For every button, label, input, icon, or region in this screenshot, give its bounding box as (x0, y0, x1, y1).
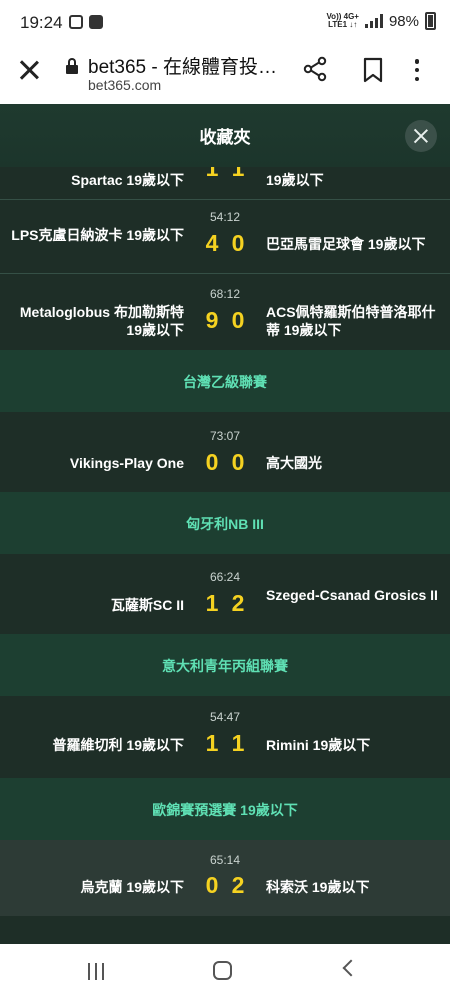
league-name: 匈牙利NB III (186, 516, 264, 532)
recent-apps-icon[interactable] (88, 963, 104, 980)
favorites-header: 收藏夾 (0, 104, 450, 167)
share-icon[interactable] (302, 56, 328, 82)
home-score: 0 (205, 449, 219, 475)
away-score: 2 (231, 872, 245, 898)
league-name: 歐錦賽預選賽 19歲以下 (152, 802, 298, 818)
home-team: Vikings-Play One (69, 455, 184, 471)
match-row[interactable]: 65:14 烏克蘭 19歲以下 0 2 科索沃 19歲以下 (0, 840, 450, 916)
more-options-icon[interactable] (414, 59, 420, 81)
favorites-panel: Spartac 19歲以下 1 1 19歲以下 54:12 LPS克盧日納波卡 … (0, 104, 450, 944)
league-header[interactable]: 意大利青年丙組聯賽 (0, 634, 450, 696)
away-team: 高大國光 (266, 455, 322, 471)
close-tab-icon[interactable] (17, 58, 41, 82)
match-clock: 54:12 (209, 210, 241, 224)
away-team: 科索沃 19歲以下 (266, 879, 370, 895)
match-row[interactable]: 66:24 瓦薩斯SC II 1 2 Szeged-Csanad Grosics… (0, 554, 450, 634)
app-notification-icon (69, 15, 83, 29)
league-header[interactable]: 歐錦賽預選賽 19歲以下 (0, 778, 450, 840)
home-team: Metaloglobus 布加勒斯特 19歲以下 (19, 304, 184, 338)
gallery-notification-icon (89, 15, 103, 29)
home-score: 1 (205, 730, 219, 756)
page-url[interactable]: bet365.com (88, 77, 161, 93)
away-team: ACS佩特羅斯伯特普洛耶什蒂 19歲以下 (266, 304, 436, 338)
away-score: 2 (231, 590, 245, 616)
league-header[interactable]: 台灣乙級聯賽 (0, 350, 450, 412)
battery-icon (425, 12, 436, 30)
favorites-title: 收藏夾 (199, 128, 251, 147)
network-icon: Vo)) 4G+ LTE1 ↓↑ (326, 13, 359, 29)
close-icon[interactable] (405, 120, 437, 152)
league-name: 台灣乙級聯賽 (183, 374, 267, 390)
league-header[interactable]: 匈牙利NB III (0, 492, 450, 554)
system-nav-bar (0, 944, 450, 1000)
match-clock: 66:24 (209, 570, 241, 584)
network-bottom-text: LTE1 ↓↑ (328, 20, 358, 29)
away-score: 0 (231, 449, 245, 475)
status-bar: 19:24 Vo)) 4G+ LTE1 ↓↑ 98% (0, 0, 450, 48)
home-team: 瓦薩斯SC II (110, 597, 184, 613)
home-icon[interactable] (213, 961, 232, 980)
notification-icons (69, 15, 103, 29)
match-clock: 73:07 (209, 429, 241, 443)
away-score: 0 (231, 230, 245, 256)
match-row[interactable]: 54:47 普羅維切利 19歲以下 1 1 Rimini 19歲以下 (0, 696, 450, 778)
bookmark-icon[interactable] (362, 57, 384, 83)
home-team: 普羅維切利 19歲以下 (52, 737, 184, 753)
back-icon[interactable] (342, 959, 360, 977)
away-score: 0 (231, 307, 245, 333)
match-row[interactable]: Spartac 19歲以下 1 1 19歲以下 (0, 155, 450, 197)
home-score: 4 (205, 230, 219, 256)
signal-icon (364, 14, 383, 28)
browser-toolbar: bet365 - 在線體育投… bet365.com (0, 48, 450, 104)
home-team: Spartac 19歲以下 (71, 172, 184, 188)
home-score: 9 (205, 307, 219, 333)
lock-icon[interactable] (66, 58, 78, 74)
away-team: Szeged-Csanad Grosics II (266, 587, 438, 603)
home-score: 1 (205, 590, 219, 616)
match-row[interactable]: 68:12 Metaloglobus 布加勒斯特 19歲以下 9 0 ACS佩特… (0, 274, 450, 350)
home-team: 烏克蘭 19歲以下 (80, 879, 184, 895)
match-row[interactable]: 73:07 Vikings-Play One 0 0 高大國光 (0, 412, 450, 492)
battery-percent: 98% (388, 12, 419, 30)
match-clock: 68:12 (209, 287, 241, 301)
away-score: 1 (231, 730, 245, 756)
status-time: 19:24 (20, 13, 63, 32)
home-score: 0 (205, 872, 219, 898)
page-title[interactable]: bet365 - 在線體育投… (88, 52, 288, 79)
match-row[interactable]: 54:12 LPS克盧日納波卡 19歲以下 4 0 巴亞馬雷足球會 19歲以下 (0, 200, 450, 272)
match-clock: 65:14 (209, 853, 241, 867)
match-clock: 54:47 (209, 710, 241, 724)
away-team: 19歲以下 (266, 172, 324, 188)
home-team: LPS克盧日納波卡 19歲以下 (11, 227, 184, 243)
away-team: 巴亞馬雷足球會 19歲以下 (266, 236, 426, 252)
away-team: Rimini 19歲以下 (266, 737, 371, 753)
league-name: 意大利青年丙組聯賽 (162, 658, 288, 674)
